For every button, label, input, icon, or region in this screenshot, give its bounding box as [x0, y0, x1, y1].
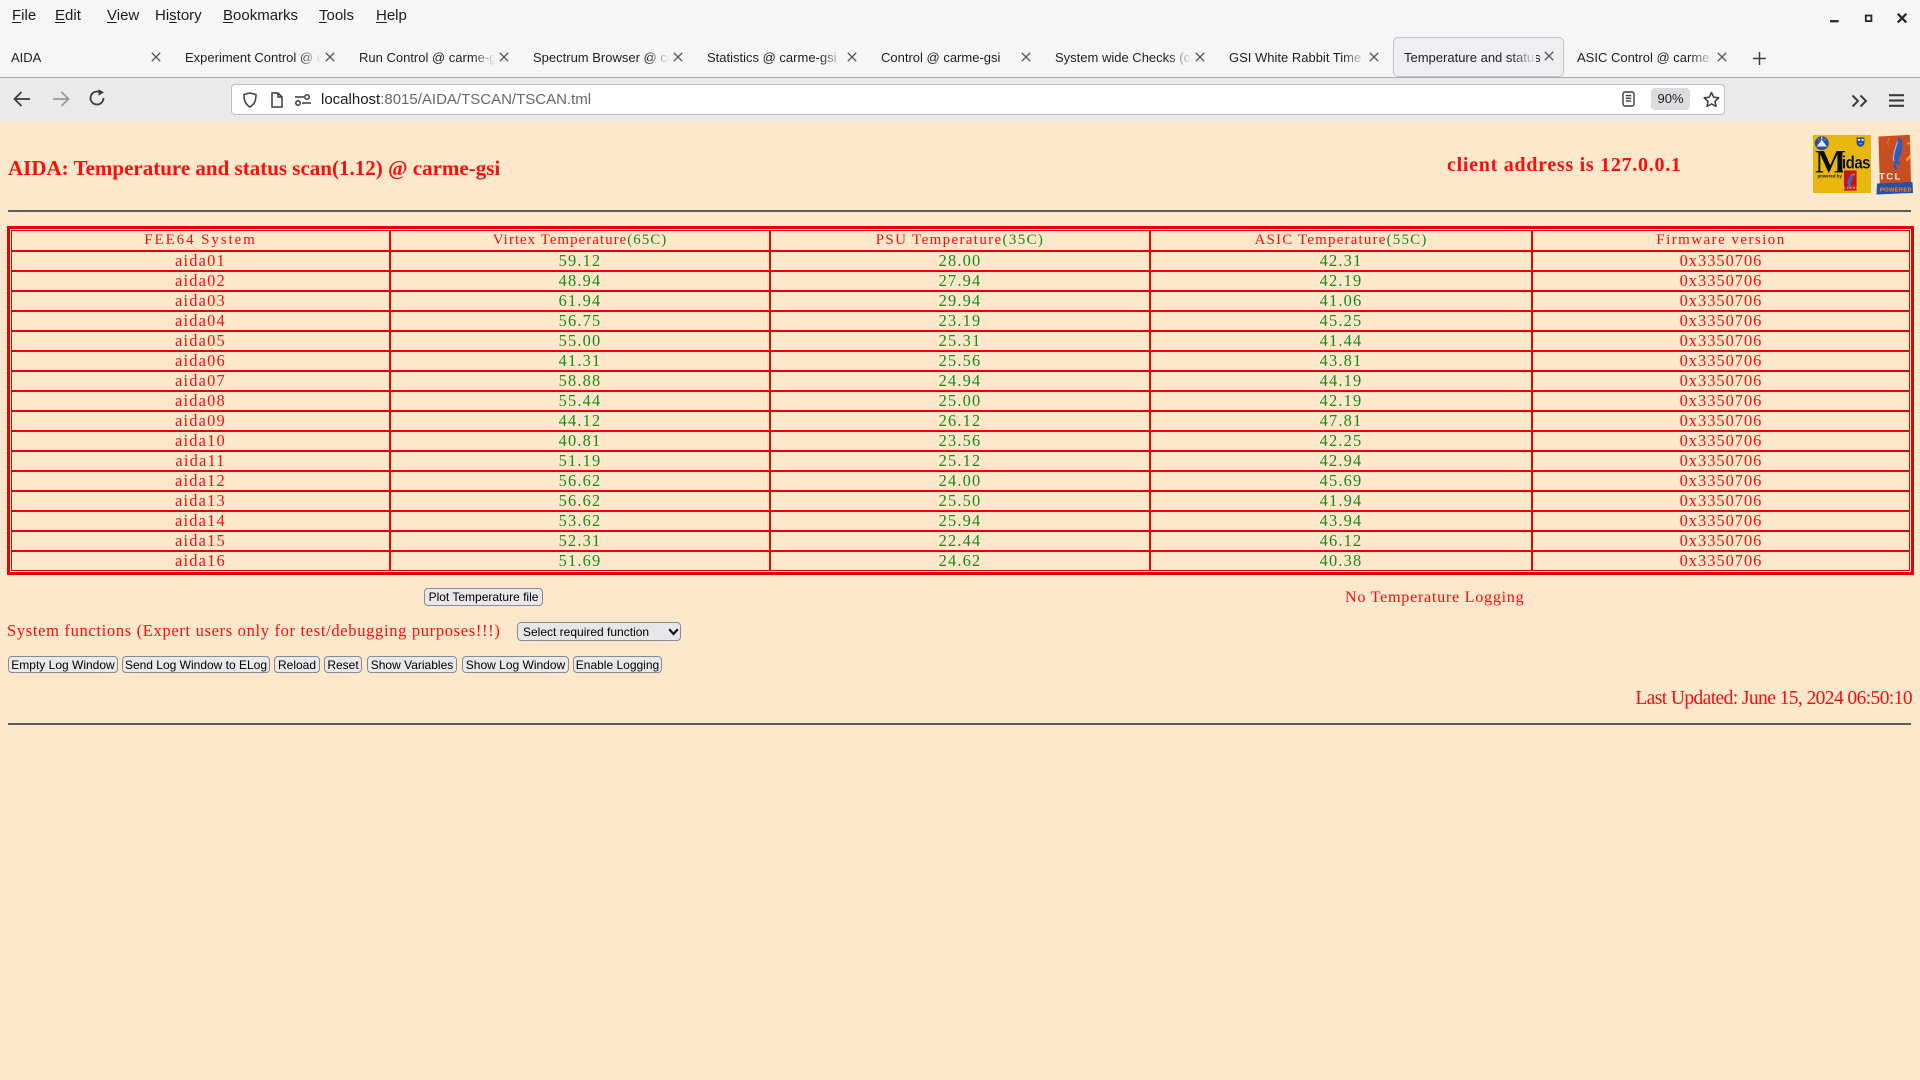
svg-text:POWERED: POWERED — [1880, 187, 1912, 193]
svg-text:powered by: powered by — [1818, 174, 1843, 179]
svg-text:L I N U X: L I N U X — [1844, 186, 1859, 190]
svg-text:TCL: TCL — [1879, 172, 1902, 183]
